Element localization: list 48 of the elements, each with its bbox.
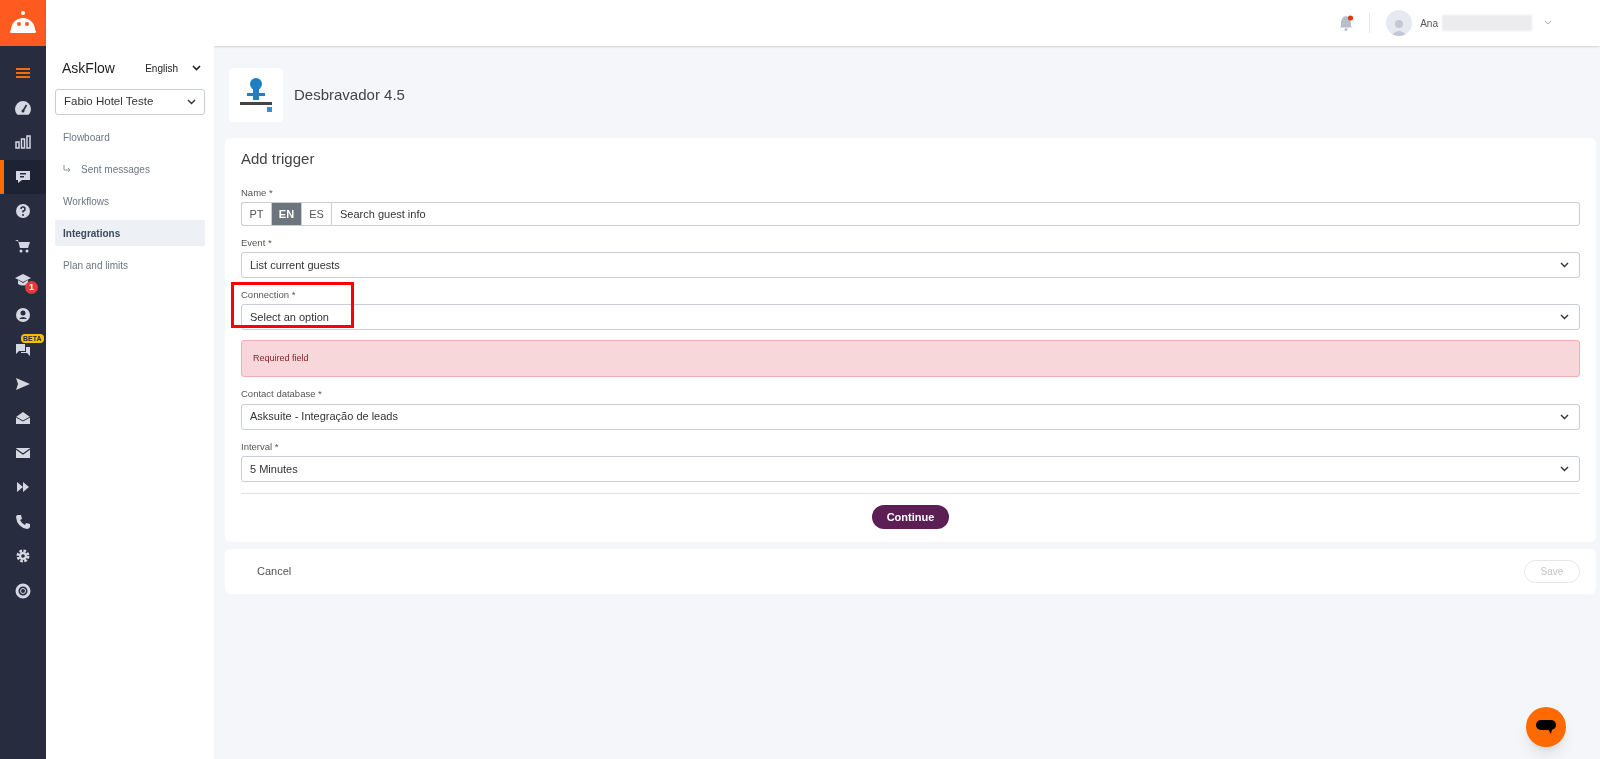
language-tab[interactable]: EN <box>271 201 301 226</box>
notification-count: 1 <box>25 281 38 294</box>
select-field[interactable]: Select an option <box>241 304 1580 331</box>
language-select[interactable]: English <box>145 60 201 76</box>
app-title: AskFlow <box>62 58 115 78</box>
app-logo[interactable] <box>0 0 46 46</box>
integration-title: Desbravador 4.5 <box>294 84 405 105</box>
chevron-down-icon <box>1560 413 1569 420</box>
name-input[interactable]: Search guest info <box>331 201 1580 226</box>
sidebar-item[interactable]: Flowboard <box>55 124 205 150</box>
return-arrow-icon <box>63 164 72 174</box>
field-label: Connection * <box>241 288 297 302</box>
gauge-icon <box>14 98 32 117</box>
cancel-button[interactable]: Cancel <box>257 563 292 580</box>
user-icon <box>14 305 32 324</box>
form-title: Add trigger <box>241 149 316 169</box>
robot-bell-icon <box>9 10 37 36</box>
chevron-down-icon <box>192 65 201 71</box>
speech-bubble-icon <box>1536 720 1556 734</box>
chevron-down-icon <box>1560 465 1569 472</box>
chevron-down-icon <box>1560 262 1569 268</box>
nav-rail-button[interactable] <box>0 159 46 194</box>
lifebuoy-icon <box>14 581 32 600</box>
continue-button[interactable]: Continue <box>872 504 949 529</box>
account-select[interactable]: Fabio Hotel Teste <box>55 89 205 115</box>
chevron-down-icon <box>1560 314 1569 321</box>
nav-rail-button[interactable]: 1 <box>0 263 46 298</box>
phone-icon <box>14 512 32 531</box>
field-label: Event * <box>241 235 273 250</box>
sidebar-item[interactable]: Workflows <box>55 188 205 214</box>
language-tab[interactable]: PT <box>241 201 271 226</box>
chat-launcher-button[interactable] <box>1526 707 1566 747</box>
sidebar-item[interactable]: Plan and limits <box>55 252 205 278</box>
help-icon <box>14 202 32 221</box>
language-tab[interactable]: ES <box>301 201 331 226</box>
select-field[interactable]: 5 Minutes <box>241 455 1580 482</box>
field-label: Interval * <box>241 439 280 454</box>
field-label: Name * <box>241 185 274 200</box>
sidebar-item[interactable]: Sent messages <box>55 156 205 182</box>
user-name: Ana <box>1420 16 1438 31</box>
select-field[interactable]: List current guests <box>241 252 1580 278</box>
sidebar-item[interactable]: Integrations <box>55 220 205 246</box>
bar-chart-icon <box>14 133 32 152</box>
select-field[interactable]: Asksuite - Integração de leads <box>241 403 1580 430</box>
chevron-down-icon <box>187 99 196 105</box>
field-label: Contact database * <box>241 387 323 402</box>
chevron-down-icon <box>1544 20 1552 26</box>
error-message: Required field <box>241 340 1580 378</box>
